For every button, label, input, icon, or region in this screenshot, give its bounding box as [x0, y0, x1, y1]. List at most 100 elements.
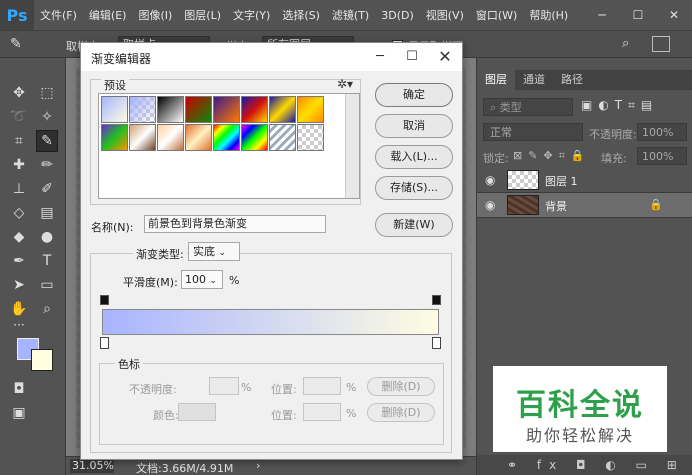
stop-position-label: 位置:: [271, 383, 297, 396]
preset-swatch[interactable]: [213, 96, 240, 123]
preset-swatch[interactable]: [157, 124, 184, 151]
path-select-tool-icon[interactable]: ➤: [8, 274, 30, 296]
delete-opacity-stop-button[interactable]: 删除(D): [367, 377, 435, 396]
zoom-level[interactable]: 31.05%: [70, 459, 114, 473]
move-tool-icon[interactable]: ✥: [8, 82, 30, 104]
preset-swatch[interactable]: [297, 124, 324, 151]
preset-swatch[interactable]: [129, 96, 156, 123]
ok-button[interactable]: 确定: [375, 83, 453, 107]
layer-row[interactable]: ◉ 背景 🔒: [477, 193, 692, 218]
lasso-tool-icon[interactable]: ➰: [8, 106, 30, 128]
preset-swatch[interactable]: [101, 96, 128, 123]
preset-swatch[interactable]: [241, 96, 268, 123]
menu-type[interactable]: 文字(Y): [227, 7, 276, 23]
preset-swatch[interactable]: [129, 124, 156, 151]
stop-opacity-input[interactable]: [209, 377, 239, 395]
quick-mask-icon[interactable]: ◘: [8, 378, 30, 400]
close-icon[interactable]: ✕: [431, 47, 459, 67]
eraser-tool-icon[interactable]: ◇: [8, 202, 30, 224]
preset-swatch[interactable]: [185, 124, 212, 151]
menu-help[interactable]: 帮助(H): [523, 7, 574, 23]
chevron-right-icon[interactable]: ›: [256, 459, 260, 472]
fill-input[interactable]: 100%: [637, 147, 687, 165]
brush-tool-icon[interactable]: ✏: [36, 154, 58, 176]
screen-mode-icon[interactable]: ▣: [8, 402, 30, 424]
preset-swatch[interactable]: [297, 96, 324, 123]
gear-icon[interactable]: ✲▾: [337, 77, 353, 91]
tab-paths[interactable]: 路径: [553, 70, 591, 90]
dodge-tool-icon[interactable]: ●: [36, 226, 58, 248]
minimize-icon[interactable]: ─: [366, 47, 394, 67]
shape-tool-icon[interactable]: ▭: [36, 274, 58, 296]
menu-select[interactable]: 选择(S): [276, 7, 326, 23]
color-stop-right[interactable]: [432, 337, 441, 349]
gradient-type-select[interactable]: 实底 ⌄: [188, 242, 240, 261]
crop-tool-icon[interactable]: ⌗: [8, 130, 30, 152]
lock-icons[interactable]: ⊠✎✥⌗🔒: [513, 149, 591, 163]
menu-file[interactable]: 文件(F): [34, 7, 83, 23]
cancel-button[interactable]: 取消: [375, 114, 453, 138]
preset-swatch[interactable]: [185, 96, 212, 123]
blend-mode-select[interactable]: 正常: [483, 123, 583, 141]
load-button[interactable]: 载入(L)...: [375, 145, 453, 169]
opacity-stop-right[interactable]: [432, 295, 441, 305]
stamp-tool-icon[interactable]: ⊥: [8, 178, 30, 200]
stop-color-swatch[interactable]: [178, 403, 216, 421]
workspace-icon[interactable]: [652, 36, 670, 52]
tab-layers[interactable]: 图层: [477, 70, 515, 90]
gradient-tool-icon[interactable]: ▤: [36, 202, 58, 224]
menu-window[interactable]: 窗口(W): [470, 7, 523, 23]
chevron-down-icon: ⌄: [218, 248, 227, 258]
layers-panel-actions[interactable]: ⚭ fx ◘ ◐ ▭ ⊞ 🗑: [477, 455, 692, 475]
name-input[interactable]: 前景色到背景色渐变: [144, 215, 326, 233]
gradient-preview-bar[interactable]: [102, 309, 439, 335]
opacity-input[interactable]: 100%: [637, 123, 687, 141]
menu-layer[interactable]: 图层(L): [178, 7, 227, 23]
color-stop-left[interactable]: [100, 337, 109, 349]
menu-edit[interactable]: 编辑(E): [83, 7, 133, 23]
text-tool-icon[interactable]: T: [36, 250, 58, 272]
stop-color-label: 颜色:: [153, 409, 179, 422]
marquee-tool-icon[interactable]: ⬚: [36, 82, 58, 104]
eyedropper-icon[interactable]: ✎: [10, 36, 22, 52]
eye-icon[interactable]: ◉: [485, 198, 495, 212]
menu-view[interactable]: 视图(V): [420, 7, 470, 23]
blur-tool-icon[interactable]: ◆: [8, 226, 30, 248]
preset-swatch[interactable]: [101, 124, 128, 151]
preset-swatch[interactable]: [241, 124, 268, 151]
eye-icon[interactable]: ◉: [485, 173, 495, 187]
healing-tool-icon[interactable]: ✚: [8, 154, 30, 176]
minimize-icon[interactable]: ─: [584, 0, 620, 30]
color-stop-position-input[interactable]: [303, 403, 341, 421]
close-icon[interactable]: ✕: [656, 0, 692, 30]
stop-position-input[interactable]: [303, 377, 341, 395]
opacity-stop-left[interactable]: [100, 295, 109, 305]
presets-scrollbar[interactable]: [345, 94, 359, 198]
menu-image[interactable]: 图像(I): [132, 7, 178, 23]
magic-wand-tool-icon[interactable]: ✧: [36, 106, 58, 128]
preset-swatch[interactable]: [157, 96, 184, 123]
smoothness-input[interactable]: 100 ⌄: [181, 270, 223, 289]
maximize-icon[interactable]: ☐: [398, 47, 426, 67]
save-button[interactable]: 存储(S)...: [375, 176, 453, 200]
preset-swatch[interactable]: [213, 124, 240, 151]
background-color-swatch[interactable]: [31, 349, 53, 371]
more-tools-icon[interactable]: ···: [8, 314, 30, 336]
dialog-titlebar[interactable]: 渐变编辑器 ─ ☐ ✕: [81, 43, 462, 71]
maximize-icon[interactable]: ☐: [620, 0, 656, 30]
tab-channels[interactable]: 通道: [515, 70, 553, 90]
layer-kind-filter[interactable]: ⌕ 类型: [483, 98, 573, 116]
preset-swatch[interactable]: [269, 96, 296, 123]
zoom-tool-icon[interactable]: ⌕: [36, 298, 58, 320]
pen-tool-icon[interactable]: ✒: [8, 250, 30, 272]
delete-color-stop-button[interactable]: 删除(D): [367, 403, 435, 422]
layer-row[interactable]: ◉ 图层 1: [477, 168, 692, 193]
history-brush-tool-icon[interactable]: ✐: [36, 178, 58, 200]
menu-3d[interactable]: 3D(D): [375, 9, 420, 22]
menu-filter[interactable]: 滤镜(T): [326, 7, 375, 23]
search-icon[interactable]: ⌕: [622, 36, 629, 51]
preset-swatch[interactable]: [269, 124, 296, 151]
new-button[interactable]: 新建(W): [375, 213, 453, 237]
eyedropper-tool-icon[interactable]: ✎: [36, 130, 58, 152]
filter-icons[interactable]: ▣◐T⌗▤: [581, 98, 658, 113]
